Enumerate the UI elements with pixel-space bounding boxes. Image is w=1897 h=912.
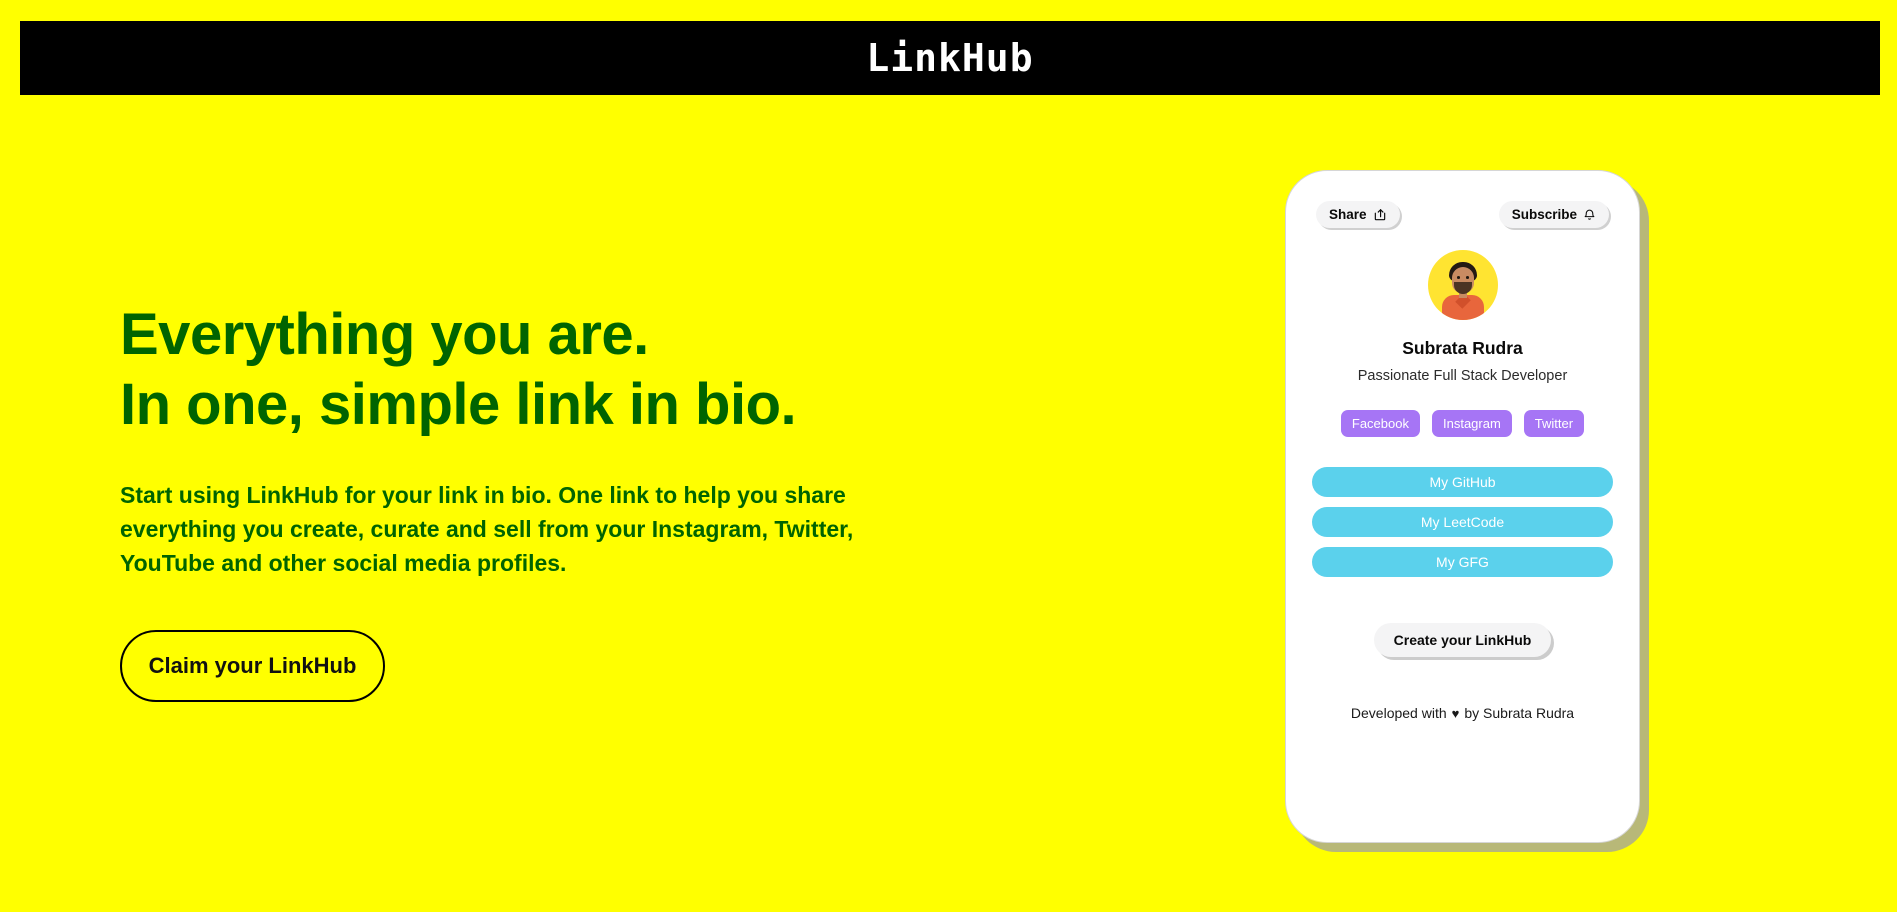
footer-suffix: by Subrata Rudra: [1464, 705, 1575, 721]
share-button-label: Share: [1329, 207, 1367, 222]
hero-headline-line-2: In one, simple link in bio.: [120, 372, 797, 437]
share-icon: [1373, 208, 1387, 222]
avatar-eye-right: [1465, 276, 1469, 279]
hero-subtext: Start using LinkHub for your link in bio…: [120, 482, 854, 576]
social-tag-facebook[interactable]: Facebook: [1340, 410, 1420, 437]
social-tag-row: Facebook Instagram Twitter: [1308, 410, 1617, 437]
profile-preview-card: Share Subscribe Subrata Rudra Passionate…: [1285, 170, 1640, 843]
social-tag-twitter[interactable]: Twitter: [1523, 410, 1585, 437]
link-button-github[interactable]: My GitHub: [1312, 467, 1613, 497]
create-your-linkhub-button[interactable]: Create your LinkHub: [1373, 623, 1552, 657]
link-list: My GitHub My LeetCode My GFG: [1308, 467, 1617, 577]
bell-icon: [1583, 208, 1596, 222]
footer-prefix: Developed with: [1350, 705, 1447, 721]
subscribe-button-label: Subscribe: [1511, 207, 1577, 222]
avatar: [1427, 250, 1498, 320]
hero-headline-line-1: Everything you are.: [120, 302, 649, 367]
social-tag-instagram[interactable]: Instagram: [1431, 410, 1512, 437]
avatar-beard: [1453, 282, 1472, 294]
link-button-leetcode[interactable]: My LeetCode: [1312, 507, 1613, 537]
app-header: LinkHub: [20, 21, 1880, 95]
profile-name: Subrata Rudra: [1402, 338, 1523, 358]
app-title: LinkHub: [866, 36, 1034, 80]
subscribe-button[interactable]: Subscribe: [1498, 201, 1609, 228]
avatar-eye-left: [1456, 276, 1460, 279]
hero-section: Everything you are. In one, simple link …: [120, 300, 920, 702]
claim-your-linkhub-button[interactable]: Claim your LinkHub: [120, 630, 385, 702]
profile-bio: Passionate Full Stack Developer: [1357, 368, 1568, 384]
card-top-row: Share Subscribe: [1308, 201, 1617, 228]
link-button-gfg[interactable]: My GFG: [1312, 547, 1613, 577]
card-footer: Developed with ♥ by Subrata Rudra: [1351, 705, 1574, 721]
share-button[interactable]: Share: [1316, 201, 1400, 228]
heart-icon: ♥: [1451, 705, 1460, 721]
